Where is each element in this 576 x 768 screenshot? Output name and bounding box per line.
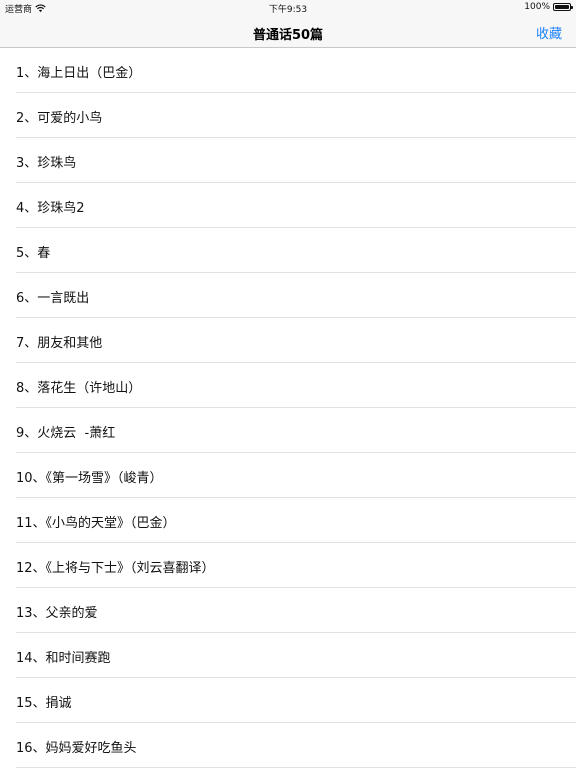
list-item[interactable]: 8、落花生（许地山） (0, 363, 576, 408)
article-title: 16、妈妈爱好吃鱼头 (16, 741, 137, 756)
battery-percent: 100% (524, 2, 550, 12)
article-title: 11、《小鸟的天堂》（巴金） (16, 516, 176, 531)
article-title: 4、珍珠鸟2 (16, 201, 85, 216)
article-title: 15、捐诚 (16, 696, 72, 711)
list-item[interactable]: 11、《小鸟的天堂》（巴金） (0, 498, 576, 543)
battery-fill (555, 5, 569, 9)
navigation-bar: 普通话50篇 收藏 (0, 16, 576, 48)
article-title: 12、《上将与下士》（刘云喜翻译） (16, 561, 215, 576)
list-item[interactable]: 15、捐诚 (0, 678, 576, 723)
list-item[interactable]: 12、《上将与下士》（刘云喜翻译） (0, 543, 576, 588)
article-title: 9、火烧云 -萧红 (16, 426, 116, 441)
page-title: 普通话50篇 (252, 28, 324, 43)
list-item[interactable]: 7、朋友和其他 (0, 318, 576, 363)
article-title: 7、朋友和其他 (16, 336, 103, 351)
article-title: 14、和时间赛跑 (16, 651, 111, 666)
article-title: 10、《第一场雪》（峻青） (16, 471, 163, 486)
article-title: 1、海上日出（巴金） (16, 66, 142, 81)
list-item[interactable]: 4、珍珠鸟2 (0, 183, 576, 228)
status-time: 下午9:53 (268, 5, 308, 15)
list-item[interactable]: 9、火烧云 -萧红 (0, 408, 576, 453)
battery-icon (553, 3, 573, 11)
list-item[interactable]: 2、可爱的小鸟 (0, 93, 576, 138)
status-right: 100% (524, 2, 573, 12)
article-title: 13、父亲的爱 (16, 606, 98, 621)
list-item[interactable]: 14、和时间赛跑 (0, 633, 576, 678)
article-title: 5、春 (16, 246, 51, 261)
list-item[interactable]: 10、《第一场雪》（峻青） (0, 453, 576, 498)
article-list: 1、海上日出（巴金） 2、可爱的小鸟 3、珍珠鸟 4、珍珠鸟2 5、春 6、一言既出 7、朋… (0, 48, 576, 768)
list-item[interactable]: 1、海上日出（巴金） (0, 48, 576, 93)
article-title: 8、落花生（许地山） (16, 381, 142, 396)
list-item[interactable]: 5、春 (0, 228, 576, 273)
list-item[interactable]: 3、珍珠鸟 (0, 138, 576, 183)
favorites-button[interactable]: 收藏 (536, 23, 562, 42)
status-bar: 运营商 下午9:53 100% (0, 0, 576, 16)
list-item[interactable]: 13、父亲的爱 (0, 588, 576, 633)
list-item[interactable]: 6、一言既出 (0, 273, 576, 318)
list-item[interactable]: 16、妈妈爱好吃鱼头 (0, 723, 576, 768)
article-title: 6、一言既出 (16, 291, 90, 306)
article-title: 2、可爱的小鸟 (16, 111, 103, 126)
article-title: 3、珍珠鸟 (16, 156, 77, 171)
